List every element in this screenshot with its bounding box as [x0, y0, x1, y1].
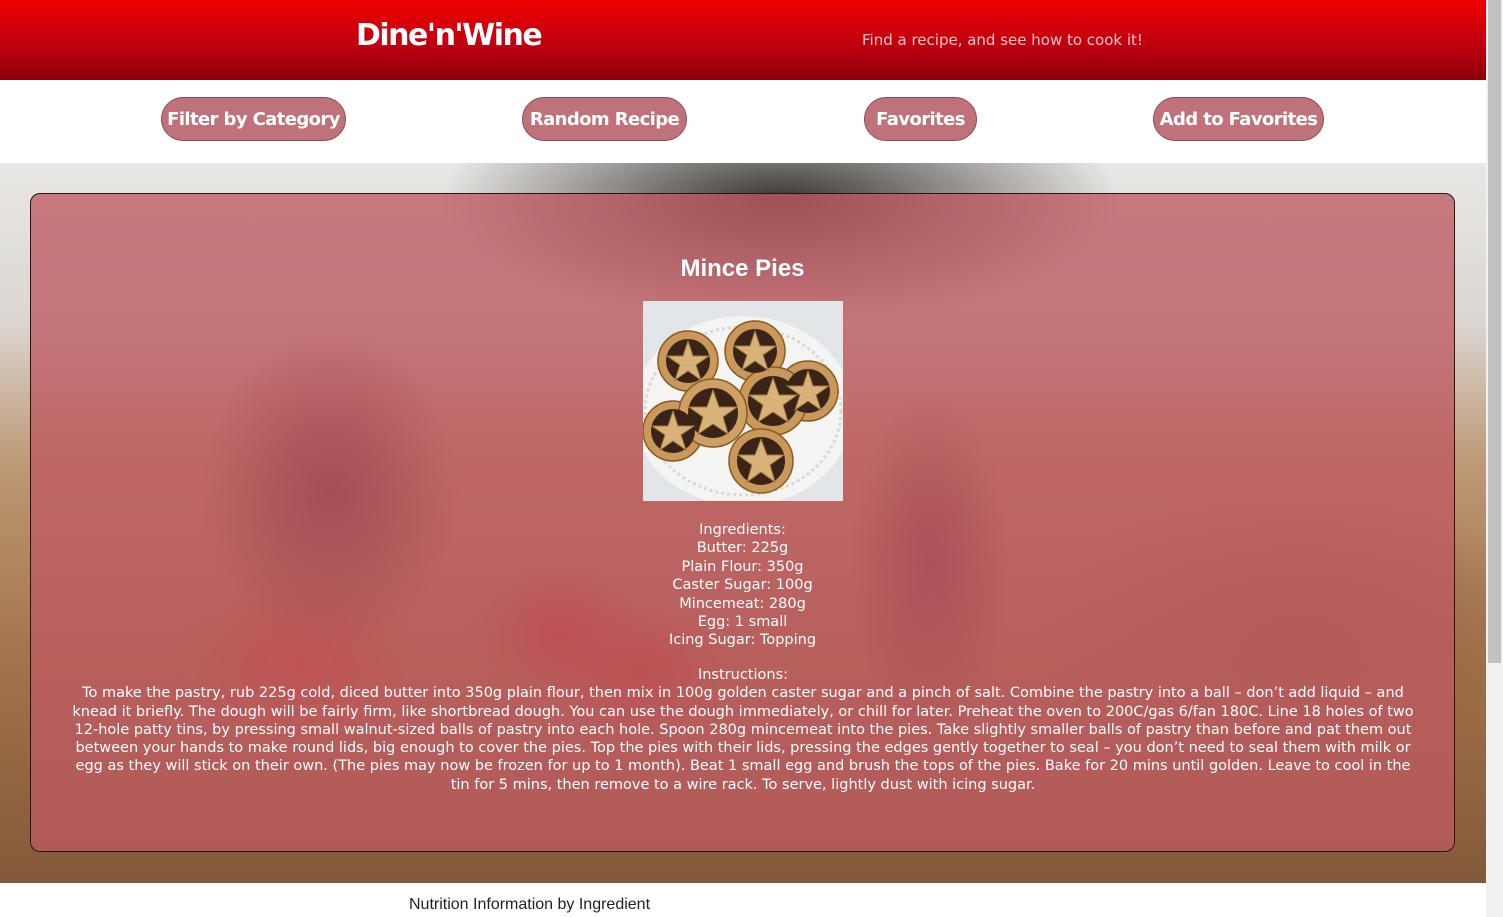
nutrition-section: Nutrition Information by Ingredient [0, 883, 1486, 917]
recipe-card: Mince Pies Ingredients: Butter: 225g Pla… [30, 193, 1455, 852]
nutrition-title: Nutrition Information by Ingredient [409, 896, 651, 913]
instructions-heading: Instructions: [697, 667, 789, 683]
brand-logo[interactable]: Dine'n'Wine [356, 18, 543, 53]
recipe-title: Mince Pies [680, 255, 805, 282]
ingredient-item: Caster Sugar: 100g [672, 577, 813, 594]
recipe-photo [643, 301, 843, 501]
site-tagline: Find a recipe, and see how to cook it! [862, 31, 1143, 49]
add-to-favorites-button[interactable]: Add to Favorites [1153, 97, 1324, 141]
ingredient-item: Mincemeat: 280g [679, 595, 806, 612]
scrollbar-thumb[interactable] [1488, 0, 1501, 663]
ingredients-heading: Ingredients: [699, 522, 786, 538]
ingredient-item: Plain Flour: 350g [681, 558, 804, 575]
instructions-section: Instructions: To make the pastry, rub 22… [71, 666, 1415, 794]
nav-bar: Filter by Category Random Recipe Favorit… [0, 80, 1486, 163]
ingredient-item: Butter: 225g [696, 540, 789, 557]
mince-pies-image [643, 301, 843, 501]
ingredients-list: Ingredients: Butter: 225g Plain Flour: 3… [31, 521, 1454, 650]
ingredient-item: Egg: 1 small [697, 614, 788, 631]
page-scrollbar[interactable] [1486, 0, 1503, 917]
instructions-text: To make the pastry, rub 225g cold, diced… [72, 685, 1414, 793]
hero-background: Mince Pies Ingredients: Butter: 225g Pla… [0, 163, 1486, 883]
filter-by-category-button[interactable]: Filter by Category [161, 97, 346, 141]
site-header: Dine'n'Wine Find a recipe, and see how t… [0, 0, 1486, 80]
favorites-button[interactable]: Favorites [864, 97, 977, 141]
ingredient-item: Icing Sugar: Topping [668, 632, 817, 649]
random-recipe-button[interactable]: Random Recipe [522, 97, 687, 141]
